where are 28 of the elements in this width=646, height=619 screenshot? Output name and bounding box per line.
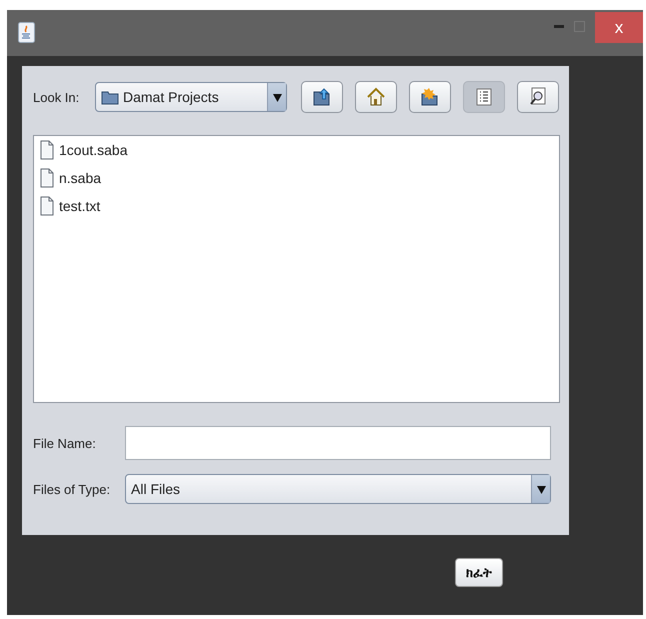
file-item[interactable]: test.txt [59, 198, 100, 214]
newfolder-button[interactable] [409, 81, 451, 113]
file-icon [40, 196, 54, 216]
open-button[interactable]: ክፈት [455, 558, 503, 587]
home-button[interactable] [355, 81, 397, 113]
up-button[interactable] [301, 81, 343, 113]
file-icon [40, 140, 54, 160]
look-in-dropdown[interactable]: Damat Projects [95, 82, 287, 112]
list-button[interactable] [463, 81, 505, 113]
files-of-type-dropdown[interactable]: All Files [125, 474, 551, 504]
list-view-icon [476, 88, 492, 106]
folder-icon [101, 89, 119, 105]
details-button[interactable] [517, 81, 559, 113]
dropdown-arrow-icon [272, 92, 282, 102]
folder-up-icon [312, 87, 332, 107]
file-icon [40, 168, 54, 188]
file-name-field[interactable] [125, 426, 551, 460]
close-button[interactable]: x [595, 12, 643, 43]
app-icon [18, 22, 35, 43]
file-item[interactable]: n.saba [59, 170, 102, 186]
details-view-icon [529, 87, 547, 107]
dropdown-arrow-icon [536, 484, 546, 494]
new-folder-icon [420, 87, 440, 107]
file-name-label: File Name: [33, 436, 97, 450]
files-of-type-label: Files of Type: [33, 482, 112, 496]
look-in-label: Look In: [33, 90, 80, 104]
file-item[interactable]: 1cout.saba [59, 142, 128, 158]
home-icon [366, 87, 386, 107]
